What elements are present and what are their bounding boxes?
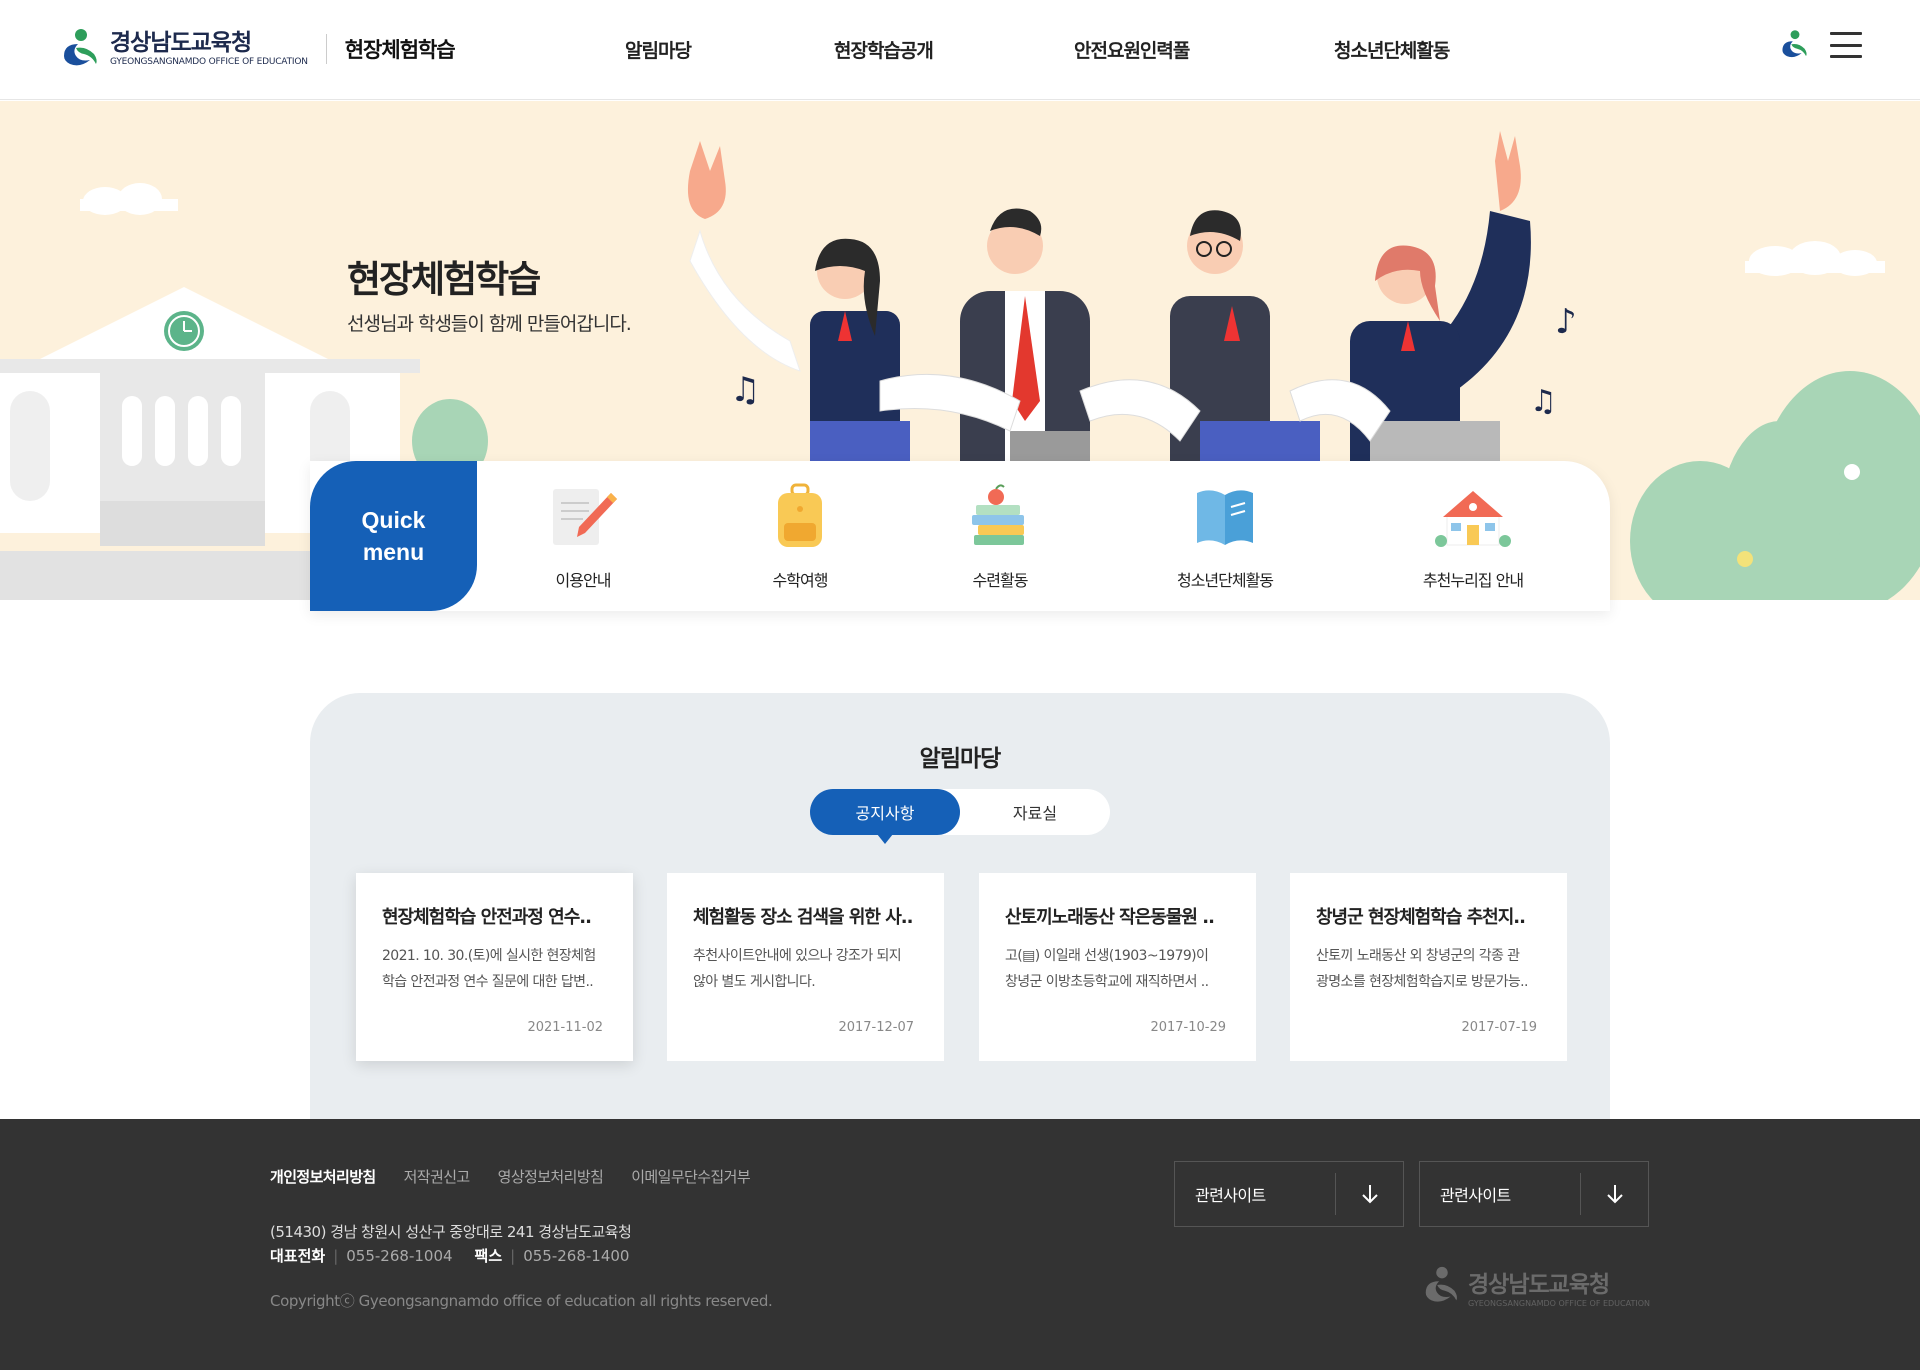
footer-link-copyright[interactable]: 저작권신고 (404, 1166, 471, 1187)
footer-logo-english: GYEONGSANGNAMDO OFFICE OF EDUCATION (1468, 1298, 1650, 1308)
arrow-down-icon (1335, 1173, 1403, 1215)
office-emblem-icon[interactable] (1778, 28, 1812, 62)
notice-card-desc: 고(▤) 이일래 선생(1903~1979)이 창녕군 이방초등학교에 재직하면서… (1005, 948, 1209, 990)
quick-item-youth-group[interactable]: 청소년단체활동 (1145, 481, 1305, 591)
notice-card[interactable]: 산토끼노래동산 작은동물원 .. 고(▤) 이일래 선생(1903~1979)이… (979, 873, 1256, 1061)
notice-card-desc: 산토끼 노래동산 외 창녕군의 각종 관 광명소를 현장체험학습지로 방문가능.. (1316, 948, 1528, 990)
footer-link-cctv-policy[interactable]: 영상정보처리방침 (498, 1166, 604, 1187)
notice-tabs: 공지사항 자료실 (810, 789, 1110, 844)
footer-copyright: Copyrightⓒ Gyeongsangnamdo office of edu… (270, 1292, 773, 1310)
hamburger-icon[interactable] (1830, 32, 1862, 58)
tab-announcements[interactable]: 공지사항 (810, 789, 960, 844)
notice-card[interactable]: 현장체험학습 안전과정 연수.. 2021. 10. 30.(토)에 실시한 현… (356, 873, 633, 1061)
school-house-icon (1435, 491, 1511, 547)
notice-card[interactable]: 창녕군 현장체험학습 추천지.. 산토끼 노래동산 외 창녕군의 각종 관 광명소… (1290, 873, 1567, 1061)
footer-logo-korean: 경상남도교육청 (1468, 1271, 1610, 1298)
quick-item-label: 수련활동 (972, 571, 1029, 590)
office-logo-icon (1425, 1266, 1458, 1302)
footer-link-email-refusal[interactable]: 이메일무단수집거부 (631, 1166, 750, 1187)
footer-link-privacy[interactable]: 개인정보처리방침 (270, 1166, 376, 1187)
hero-title: 현장체험학습 (347, 258, 541, 301)
quick-item-label: 청소년단체활동 (1176, 571, 1274, 590)
footer-contact: 대표전화 | 055-268-1004 팩스 | 055-268-1400 (270, 1246, 630, 1266)
footer-links: 개인정보처리방침 저작권신고 영상정보처리방침 이메일무단수집거부 (270, 1166, 778, 1187)
quick-item-label: 추천누리집 안내 (1422, 571, 1524, 590)
notice-card-title: 현장체험학습 안전과정 연수.. (382, 907, 592, 928)
svg-text:♫: ♫ (1530, 384, 1557, 419)
site-logo[interactable]: 경상남도교육청 GYEONGSANGNAMDO OFFICE OF EDUCAT… (58, 26, 456, 72)
logo-english-text: GYEONGSANGNAMDO OFFICE OF EDUCATION (110, 56, 308, 67)
phone-label: 대표전화 (270, 1247, 326, 1265)
nav-item-field-study[interactable]: 현장학습공개 (834, 36, 934, 63)
notice-section: 알림마당 공지사항 자료실 현장체험학습 안전과정 연수.. 2021. 10.… (310, 693, 1610, 1133)
site-header: 경상남도교육청 GYEONGSANGNAMDO OFFICE OF EDUCAT… (0, 0, 1920, 100)
notice-card-title: 체험활동 장소 검색을 위한 사.. (693, 907, 913, 928)
open-book-icon (1197, 490, 1253, 545)
quick-menu: Quick menu 이용안내 수학여행 수련활동 청소년단체활동 추천누리집 … (310, 461, 1610, 611)
site-footer: 개인정보처리방침 저작권신고 영상정보처리방침 이메일무단수집거부 (51430… (0, 1119, 1920, 1370)
fax-number: 055-268-1400 (523, 1246, 630, 1265)
books-apple-icon (972, 484, 1024, 545)
phone-number: 055-268-1004 (346, 1246, 453, 1265)
notice-card-date: 2017-07-19 (1461, 1020, 1537, 1035)
quick-item-label: 이용안내 (555, 571, 612, 590)
notice-card-date: 2021-11-02 (527, 1020, 603, 1035)
nav-item-safety-staff[interactable]: 안전요원인력풀 (1074, 36, 1190, 63)
office-logo-icon (64, 29, 97, 66)
nav-item-youth-activity[interactable]: 청소년단체활동 (1334, 36, 1450, 63)
hero-subtitle: 선생님과 학생들이 함께 만들어갑니다. (347, 313, 632, 335)
fax-label: 팩스 (474, 1247, 503, 1265)
quick-item-training[interactable]: 수련활동 (920, 481, 1080, 591)
related-sites-label: 관련사이트 (1440, 1186, 1511, 1205)
pencil-note-icon (553, 489, 617, 545)
site-title[interactable]: 현장체험학습 (345, 34, 456, 64)
notice-card-date: 2017-12-07 (838, 1020, 914, 1035)
quick-item-guide[interactable]: 이용안내 (503, 481, 663, 591)
backpack-icon (778, 483, 822, 547)
students-teacher-illustration (687, 131, 1531, 511)
notice-card-date: 2017-10-29 (1150, 1020, 1226, 1035)
notice-title: 알림마당 (919, 746, 1002, 772)
quick-item-school-trip[interactable]: 수학여행 (720, 481, 880, 591)
related-sites-select-2[interactable]: 관련사이트 (1419, 1161, 1649, 1227)
tab-archive[interactable]: 자료실 (960, 789, 1110, 835)
quick-item-recommended-sites[interactable]: 추천누리집 안내 (1393, 481, 1553, 591)
notice-card-title: 산토끼노래동산 작은동물원 .. (1005, 907, 1215, 928)
notice-card-desc: 2021. 10. 30.(토)에 실시한 현장체험 학습 안전과정 연수 질문에… (382, 948, 596, 990)
logo-divider (325, 34, 327, 64)
notice-card-desc: 추천사이트안내에 있으나 강조가 되지 않아 별도 게시합니다. (693, 948, 902, 990)
quick-item-label: 수학여행 (772, 571, 829, 590)
nav-item-notice[interactable]: 알림마당 (625, 36, 692, 63)
quick-menu-label: Quick menu (310, 461, 477, 611)
notice-card[interactable]: 체험활동 장소 검색을 위한 사.. 추천사이트안내에 있으나 강조가 되지 않아… (667, 873, 944, 1061)
footer-address: (51430) 경남 창원시 성산구 중앙대로 241 경상남도교육청 (270, 1223, 632, 1241)
notice-card-title: 창녕군 현장체험학습 추천지.. (1316, 907, 1526, 928)
quick-label-line2: menu (362, 539, 425, 565)
svg-text:♪: ♪ (1555, 302, 1577, 342)
quick-label-line1: Quick (361, 507, 426, 533)
footer-logo: 경상남도교육청 GYEONGSANGNAMDO OFFICE OF EDUCAT… (1420, 1264, 1650, 1308)
logo-korean-text: 경상남도교육청 (110, 29, 252, 56)
related-sites-select-1[interactable]: 관련사이트 (1174, 1161, 1404, 1227)
arrow-down-icon (1580, 1173, 1648, 1215)
related-sites-label: 관련사이트 (1195, 1186, 1266, 1205)
svg-text:♫: ♫ (730, 370, 760, 410)
